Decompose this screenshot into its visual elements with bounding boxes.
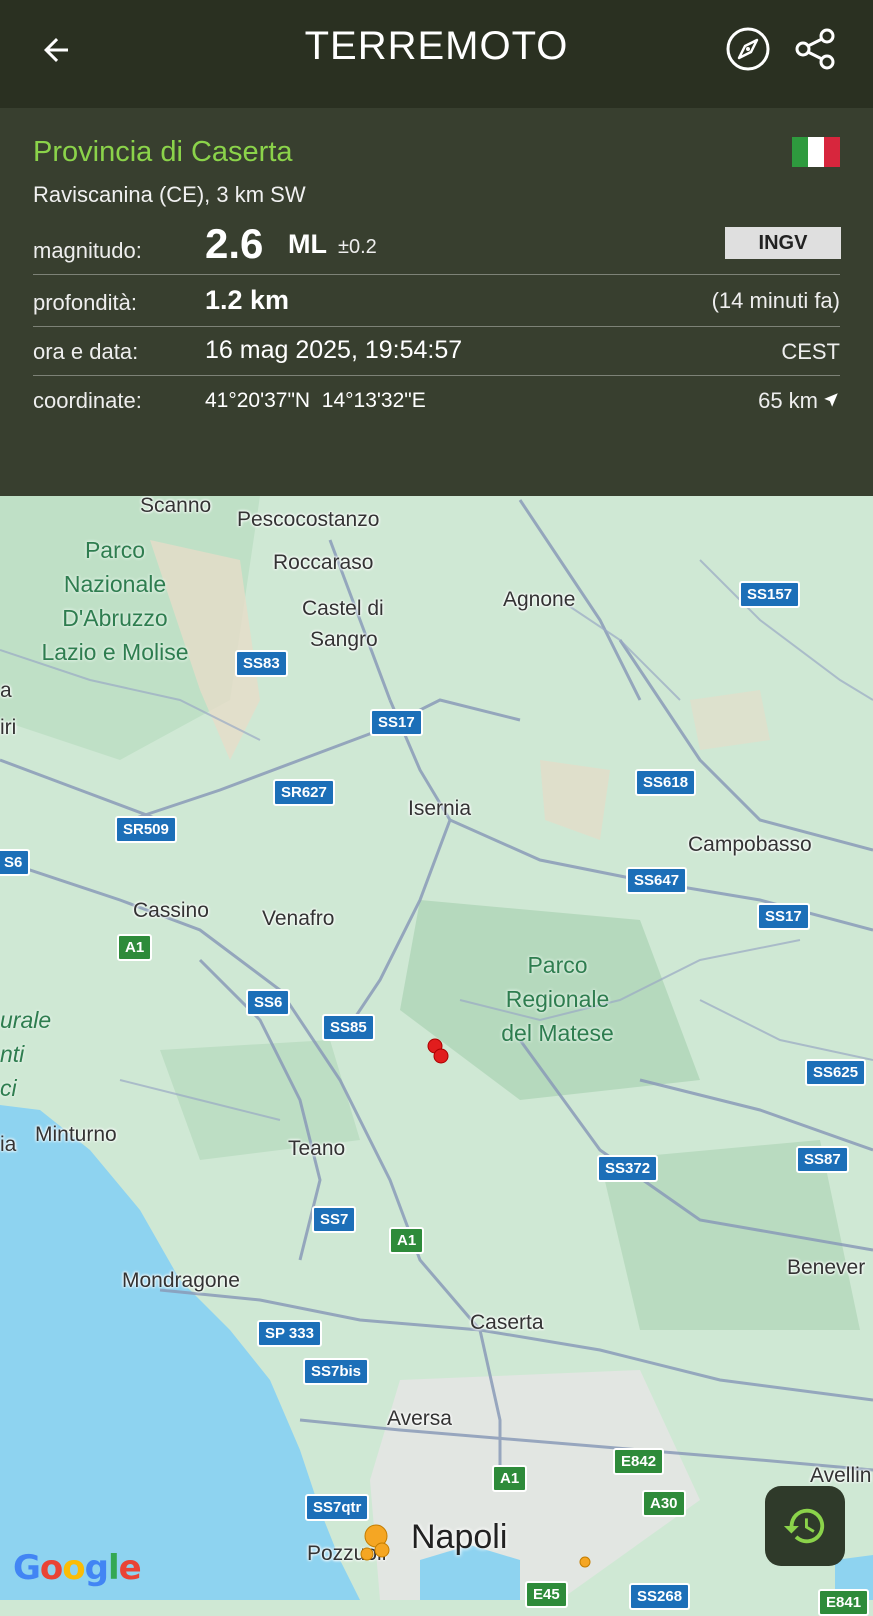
place-castel-di: Castel di (302, 597, 384, 620)
road-shield: SS7qtr (305, 1494, 370, 1521)
road-shield: SR627 (273, 779, 335, 806)
park-matese-line-2: Regionale (505, 986, 610, 1012)
compass-icon (726, 27, 770, 71)
place-campobasso: Campobasso (688, 833, 812, 856)
elapsed-time: (14 minuti fa) (711, 288, 840, 313)
road-shield: A1 (117, 934, 153, 961)
park-matese: Parco Regionale del Matese (475, 948, 640, 1050)
place-venafro: Venafro (262, 907, 335, 930)
italy-flag-icon (792, 137, 840, 167)
depth-row: profondità: 1.2 km (14 minuti fa) (33, 285, 840, 327)
magnitude-unit: ML (288, 229, 327, 259)
place-partial-a: a (0, 679, 12, 702)
road-shield: SS7bis (303, 1358, 370, 1385)
place-mondragone: Mondragone (122, 1269, 240, 1292)
road-shield: SS85 (322, 1014, 375, 1041)
road-shield: SR509 (115, 816, 177, 843)
place-roccaraso: Roccaraso (273, 551, 374, 574)
park-partial-line-2: nti (0, 1041, 25, 1067)
place-scanno: Scanno (140, 494, 212, 517)
magnitude-row: magnitudo: 2.6 ML ±0.2 INGV (33, 220, 841, 275)
history-button[interactable] (765, 1486, 845, 1566)
place-benevento: Benever (787, 1256, 866, 1279)
place-sangro: Sangro (310, 628, 378, 651)
park-abruzzo-line-1: Parco (84, 537, 146, 563)
road-shield: SS83 (235, 650, 288, 677)
road-shield: E841 (818, 1589, 870, 1616)
share-icon (795, 28, 835, 70)
road-shield: A1 (492, 1465, 528, 1492)
place-pozzuoli: Pozzuoli (307, 1542, 387, 1565)
park-matese-line-1: Parco (527, 952, 588, 978)
place-agnone: Agnone (503, 588, 576, 611)
park-abruzzo-line-3: D'Abruzzo (62, 605, 168, 631)
coords-row: coordinate: 41°20'37"N 14°13'32"E 65 km (33, 384, 840, 424)
google-logo: G (13, 1548, 41, 1588)
place-partial-iri: iri (0, 716, 17, 739)
road-shield: SP 333 (257, 1320, 322, 1347)
park-abruzzo-line-4: Lazio e Molise (41, 639, 189, 665)
compass-button[interactable] (723, 24, 773, 74)
datetime-row: ora e data: 16 mag 2025, 19:54:57 CEST (33, 335, 840, 376)
navigation-arrow-icon (824, 393, 838, 407)
place-caserta: Caserta (470, 1311, 544, 1334)
place-minturno: Minturno (35, 1123, 117, 1146)
place-napoli: Napoli (411, 1518, 508, 1556)
place-avellino: Avellin (810, 1464, 872, 1487)
place-partial-ia: ia (0, 1133, 17, 1156)
road-shield: SS7 (312, 1206, 357, 1233)
magnitude-value: 2.6 (205, 220, 264, 267)
datetime-label: ora e data: (33, 339, 139, 364)
road-shield: E45 (525, 1581, 568, 1608)
place-teano: Teano (288, 1137, 346, 1160)
road-shield: SS157 (739, 581, 801, 608)
history-icon (783, 1508, 825, 1544)
app-header: TERREMOTO (0, 0, 873, 108)
road-shield: SS6 (246, 989, 291, 1016)
province-name: Provincia di Caserta (33, 136, 293, 168)
share-button[interactable] (791, 24, 841, 74)
road-shield: SS87 (796, 1146, 849, 1173)
road-shield: SS625 (805, 1059, 867, 1086)
road-shield: SS647 (626, 867, 688, 894)
road-shield: SS17 (370, 709, 423, 736)
google-attribution: Google (13, 1548, 142, 1588)
distance-value: 65 km (758, 388, 818, 413)
road-shield: A30 (642, 1490, 686, 1517)
park-abruzzo-line-2: Nazionale (63, 571, 167, 597)
place-pescocostanzo: Pescocostanzo (237, 508, 380, 531)
agency-badge[interactable]: INGV (725, 227, 841, 259)
park-abruzzo: Parco Nazionale D'Abruzzo Lazio e Molise (20, 533, 210, 669)
road-shield: SS268 (629, 1583, 691, 1610)
depth-label: profondità: (33, 290, 137, 315)
place-aversa: Aversa (387, 1407, 452, 1430)
place-cassino: Cassino (133, 899, 209, 922)
arrow-left-icon (44, 38, 68, 62)
park-partial-line-1: urale (0, 1007, 52, 1033)
road-shield: A1 (389, 1227, 425, 1254)
road-shield: E842 (613, 1448, 665, 1475)
back-button[interactable] (30, 24, 82, 76)
event-info-panel: Provincia di Caserta Raviscanina (CE), 3… (0, 108, 873, 496)
park-partial-left: urale nti ci (0, 1003, 60, 1105)
depth-value: 1.2 km (205, 285, 290, 315)
magnitude-label: magnitudo: (33, 238, 142, 263)
magnitude-error: ±0.2 (338, 236, 377, 258)
datetime-value: 16 mag 2025, 19:54:57 (205, 336, 463, 364)
timezone: CEST (781, 339, 840, 364)
park-partial-line-3: ci (0, 1075, 17, 1101)
road-shield: S6 (0, 849, 31, 876)
locality: Raviscanina (CE), 3 km SW (33, 182, 306, 207)
coords-label: coordinate: (33, 388, 142, 413)
road-shield: SS17 (757, 903, 810, 930)
road-shield: SS372 (597, 1155, 659, 1182)
road-shield: SS618 (635, 769, 697, 796)
place-isernia: Isernia (408, 797, 472, 820)
park-matese-line-3: del Matese (501, 1020, 614, 1046)
coords-value: 41°20'37"N 14°13'32"E (205, 389, 426, 412)
